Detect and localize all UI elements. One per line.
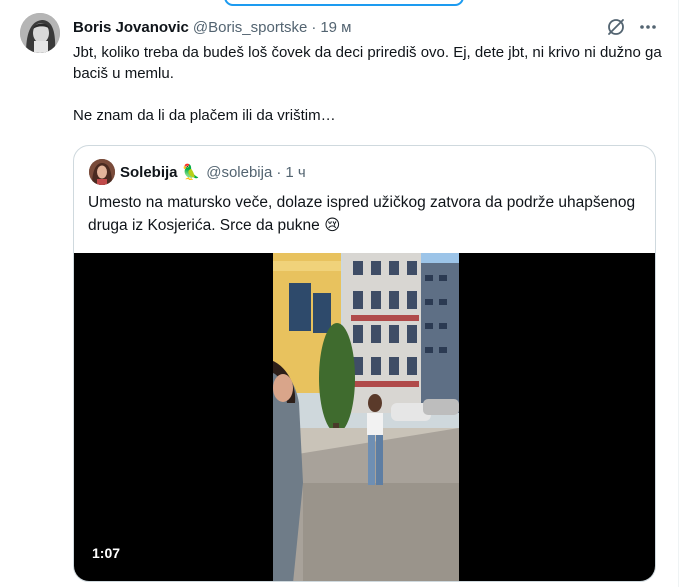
quoted-tweet[interactable]: Solebija 🦜 @solebija · 1 ч Umesto na mat…	[73, 145, 656, 582]
video-player[interactable]: 1:07	[74, 253, 655, 581]
tweet-timestamp[interactable]: 19 м	[320, 19, 351, 36]
quoted-author-avatar[interactable]	[89, 159, 115, 185]
quoted-timestamp[interactable]: 1 ч	[285, 164, 305, 181]
tweet-text: Jbt, koliko treba da budeš loš čovek da …	[73, 44, 662, 124]
video-frame	[273, 253, 459, 581]
author-name[interactable]: Boris Jovanovic	[73, 19, 189, 36]
video-duration: 1:07	[92, 545, 121, 561]
tweet-header: Boris Jovanovic @Boris_sportske · 19 м	[73, 17, 352, 37]
separator-dot: ·	[276, 163, 282, 181]
author-handle[interactable]: @Boris_sportske	[193, 19, 307, 36]
quoted-text: Umesto na matursko veče, dolaze ispred u…	[88, 194, 636, 234]
quoted-author-handle[interactable]: @solebija	[206, 164, 272, 181]
separator-dot: ·	[311, 18, 317, 36]
more-icon[interactable]	[638, 17, 658, 37]
quoted-author-name[interactable]: Solebija	[120, 164, 178, 181]
grok-icon[interactable]	[606, 17, 626, 37]
tweet[interactable]: Boris Jovanovic @Boris_sportske · 19 м J…	[0, 0, 679, 587]
author-avatar[interactable]	[20, 13, 60, 53]
quoted-header: Solebija 🦜 @solebija · 1 ч	[120, 162, 306, 182]
parrot-emoji: 🦜	[181, 164, 201, 181]
